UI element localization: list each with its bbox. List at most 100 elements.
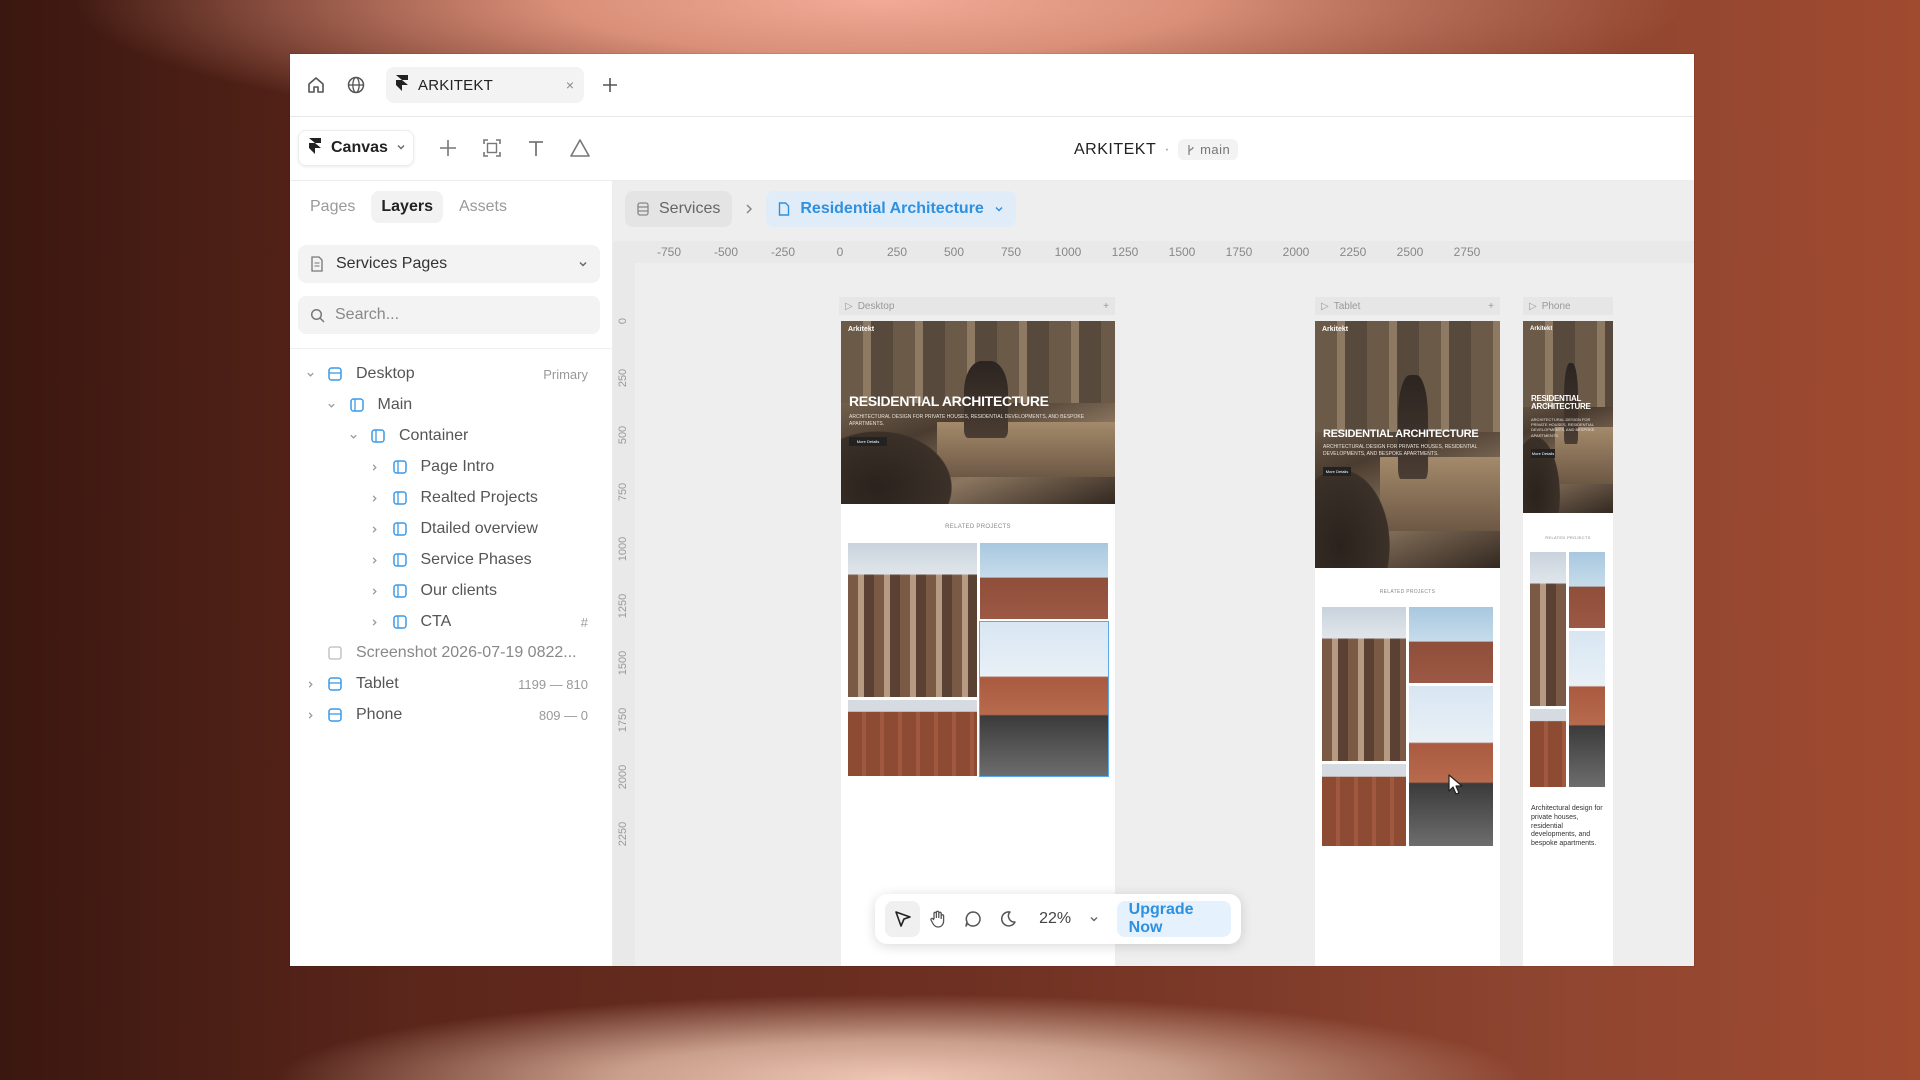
ruler-tick: 1500 [1168,245,1196,259]
ruler-tick: 2000 [1282,245,1310,259]
search-input[interactable] [335,306,575,324]
dark-mode-icon[interactable] [990,901,1025,937]
chevron-down-icon[interactable] [304,370,316,379]
chevron-down-icon [1090,917,1098,922]
ruler-tick: 750 [617,482,629,502]
breadcrumb-parent-label: Services [659,200,721,217]
frame-layer-icon [392,553,407,567]
frame-label-tablet[interactable]: ▷ Tablet + [1315,297,1500,315]
project-image [1322,764,1406,846]
ruler-tick: 2500 [1396,245,1424,259]
canvas-menu-button[interactable]: Canvas [298,130,414,166]
chevron-right-icon[interactable] [369,525,381,534]
layer-row-phone[interactable]: Phone 809 — 0 [290,696,612,734]
hand-tool-icon[interactable] [920,901,955,937]
zoom-control[interactable]: 22% [1033,901,1105,937]
frame-layer-icon [328,367,342,381]
ruler-tick: 1000 [617,536,629,562]
ruler-tick: 1000 [1054,245,1082,259]
ruler-tick: 250 [886,245,908,259]
project-image [1569,631,1605,787]
ruler-tick: 1500 [617,650,629,676]
ruler-tick: -250 [770,245,796,259]
frame-tool-icon[interactable] [479,135,505,161]
layer-name: Main [377,396,413,413]
layer-name: Container [399,427,469,444]
add-breakpoint-icon: + [1488,300,1494,312]
breadcrumb-residential[interactable]: Residential Architecture [766,191,1016,227]
page-selector[interactable]: Services Pages [298,245,600,283]
breadcrumb-services[interactable]: Services [625,191,733,227]
hero-button: More Details [1323,467,1351,476]
chevron-right-icon[interactable] [369,494,381,503]
project-image [848,700,977,776]
main-toolbar: Canvas ARKITEKT · main [290,117,1694,181]
home-icon[interactable] [302,71,330,99]
chevron-right-icon[interactable] [304,680,316,689]
chevron-right-icon[interactable] [369,556,381,565]
tab-pages[interactable]: Pages [300,191,365,223]
frame-label-desktop[interactable]: ▷ Desktop + [839,297,1115,315]
related-heading: RELATED PROJECTS [945,524,1011,530]
ruler-tick: 2000 [617,764,629,790]
ruler-tick: 750 [1000,245,1022,259]
mouse-cursor [1448,774,1464,801]
page-icon [311,256,323,272]
desktop-frame[interactable]: Arkitekt RESIDENTIAL ARCHITECTURE ARCHIT… [841,321,1115,966]
layer-name: Realted Projects [420,489,538,506]
new-tab-icon[interactable] [598,73,622,97]
layer-meta: 809 — 0 [538,707,588,723]
select-tool-icon[interactable] [885,901,921,937]
chevron-down-icon[interactable] [347,432,359,441]
ruler-tick: 500 [617,425,629,445]
play-icon: ▷ [1529,300,1537,312]
project-title: ARKITEKT · main [1074,139,1239,160]
chevron-down-icon [396,139,406,157]
frame-layer-icon [392,460,407,474]
tab-layers[interactable]: Layers [371,191,443,223]
close-tab-icon[interactable]: × [566,77,574,93]
add-breakpoint-icon: + [1103,300,1109,312]
upgrade-button[interactable]: Upgrade Now [1116,901,1231,937]
brand-logo: Arkitekt [848,326,875,333]
zoom-value: 22% [1039,910,1072,927]
play-icon: ▷ [1321,300,1329,312]
page-icon [779,202,790,216]
project-image [1569,552,1605,628]
chevron-right-icon[interactable] [369,463,381,472]
hero-subtitle: ARCHITECTURAL DESIGN FOR PRIVATE HOUSES,… [849,414,1085,427]
frame-layer-icon [392,491,407,505]
chevron-down-icon[interactable] [326,401,338,410]
layer-meta: # [580,614,588,630]
tablet-frame[interactable]: Arkitekt RESIDENTIAL ARCHITECTURE ARCHIT… [1315,321,1500,966]
globe-icon[interactable] [342,71,370,99]
ruler-tick: 2250 [617,821,629,847]
layer-search[interactable] [298,296,600,334]
insert-icon[interactable] [435,135,461,161]
layer-meta: 1199 — 810 [518,676,588,692]
vector-tool-icon[interactable] [567,135,593,161]
design-canvas[interactable]: Services Residential Architecture -750 -5… [613,181,1694,966]
chevron-right-icon[interactable] [369,618,381,627]
ruler-tick: 1250 [617,593,629,619]
layer-name: Screenshot 2026-07-19 0822... [356,644,577,661]
frame-label-phone[interactable]: ▷ Phone [1523,297,1613,315]
chevron-right-icon[interactable] [304,711,316,720]
phone-frame[interactable]: Arkitekt RESIDENTIAL ARCHITECTURE ARCHIT… [1523,321,1613,966]
text-tool-icon[interactable] [523,135,549,161]
ruler-tick: 1250 [1111,245,1139,259]
tab-assets[interactable]: Assets [449,191,517,223]
project-image [1409,607,1493,683]
image-layer-icon [328,646,342,660]
ruler-tick: 2750 [1453,245,1481,259]
branch-badge[interactable]: main [1178,139,1239,160]
page-selector-label: Services Pages [336,255,448,272]
hero-title: RESIDENTIAL ARCHITECTURE [849,393,1049,409]
comment-tool-icon[interactable] [955,901,990,937]
project-image [1409,686,1493,846]
chevron-right-icon[interactable] [369,587,381,596]
tab-arkitekt[interactable]: ARKITEKT × [386,67,584,103]
frame-layer-icon [392,522,407,536]
brand-logo: Arkitekt [1530,326,1553,332]
hero-title: RESIDENTIAL ARCHITECTURE [1531,394,1591,412]
